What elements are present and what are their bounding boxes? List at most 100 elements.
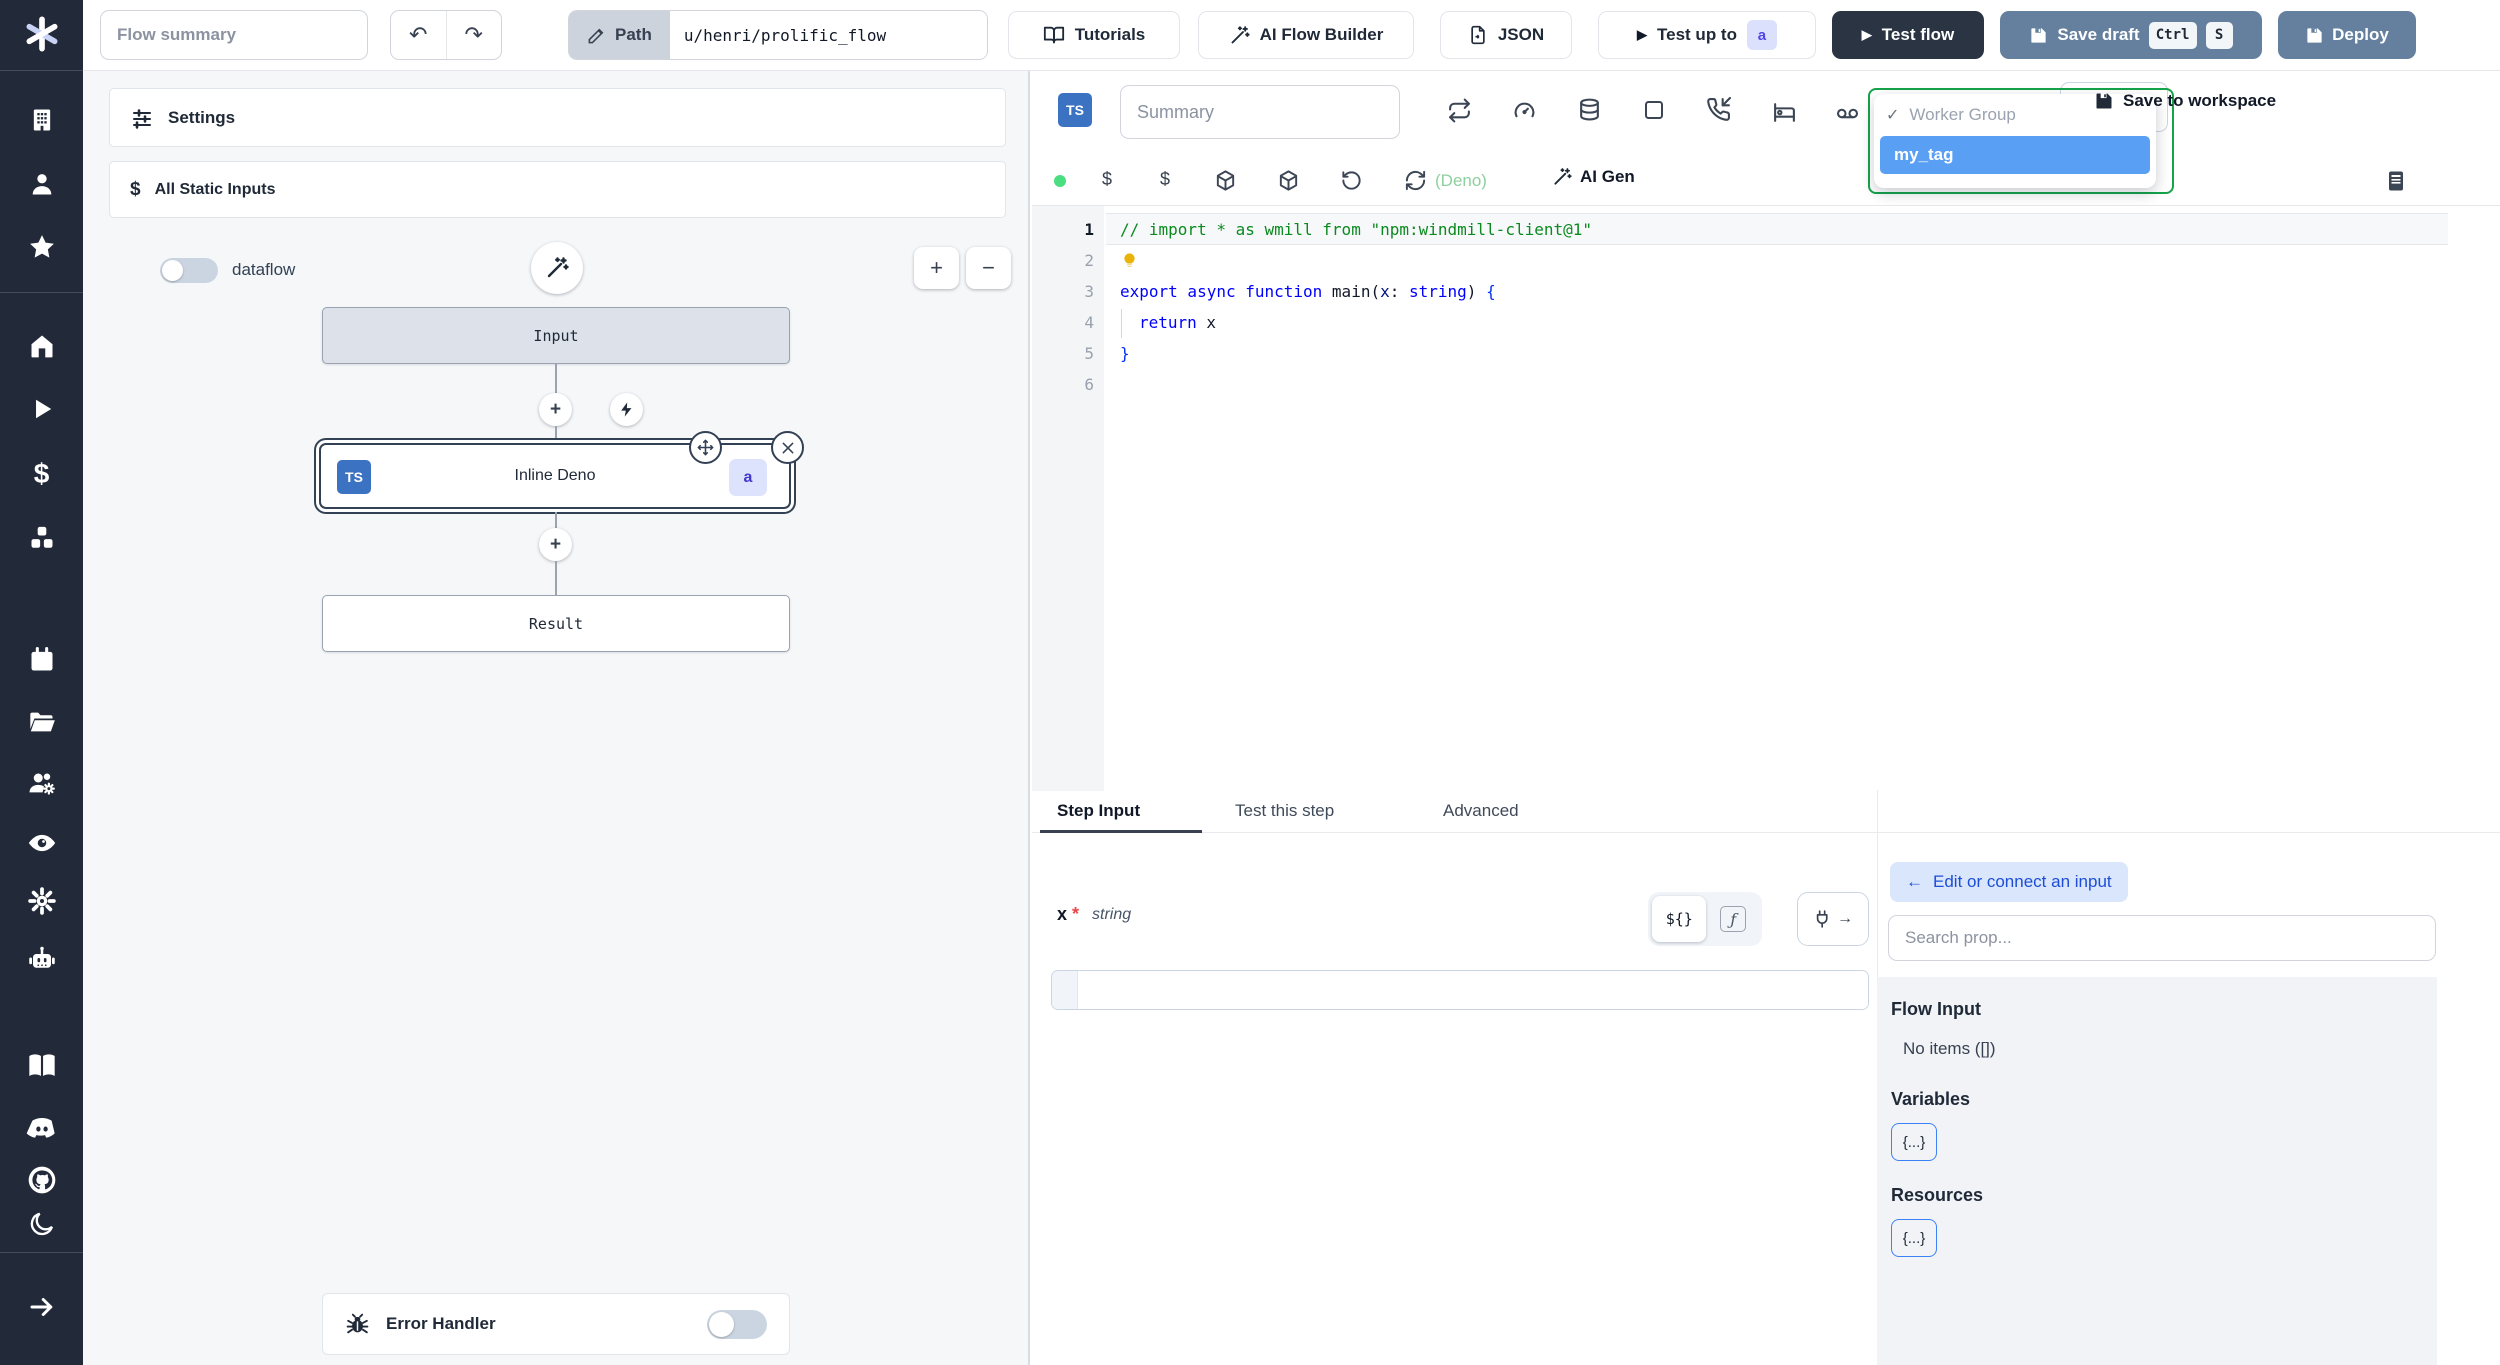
expand-sidebar-arrow-icon[interactable]	[27, 1292, 57, 1322]
flow-node-input[interactable]: Input	[322, 307, 790, 364]
home-icon[interactable]	[28, 332, 56, 360]
error-handler-row[interactable]: Error Handler	[322, 1293, 790, 1355]
favorites-star-icon[interactable]	[27, 232, 57, 262]
plus-icon: +	[549, 533, 562, 555]
field-label-row: x * string	[1057, 904, 1131, 925]
typescript-badge: TS	[1058, 93, 1092, 127]
tab-advanced[interactable]: Advanced	[1443, 790, 1519, 832]
undo-button[interactable]: ↶	[391, 11, 447, 59]
save-draft-button[interactable]: Save draft Ctrl S	[2000, 11, 2262, 59]
zoom-out-button[interactable]: −	[966, 247, 1011, 289]
plug-icon	[1816, 910, 1828, 928]
library-icon[interactable]	[2384, 169, 2408, 193]
runs-play-icon[interactable]	[29, 396, 55, 422]
tab-test-this-step[interactable]: Test this step	[1235, 790, 1334, 832]
line-number: 3	[1084, 282, 1094, 301]
windmill-logo-icon[interactable]	[22, 14, 62, 54]
close-icon	[782, 442, 793, 453]
resources-object-chip[interactable]: {...}	[1891, 1219, 1937, 1257]
javascript-mode-button[interactable]: ƒ	[1708, 896, 1758, 942]
path-edit-button[interactable]: Path	[569, 11, 670, 59]
dataflow-toggle[interactable]	[160, 258, 218, 283]
insert-step-button[interactable]: +	[539, 393, 572, 426]
insert-step-button[interactable]: +	[539, 528, 572, 561]
wand-icon	[547, 257, 569, 278]
save-icon	[2031, 27, 2047, 43]
all-static-inputs-row[interactable]: $ All Static Inputs	[109, 161, 1006, 218]
template-mode-button[interactable]: ${}	[1652, 896, 1707, 942]
save-icon	[2096, 93, 2112, 109]
workspace-building-icon[interactable]	[28, 106, 56, 134]
trigger-bolt-button[interactable]	[610, 393, 643, 426]
flow-settings-row[interactable]: Settings	[109, 88, 1006, 147]
variables-dollar-icon[interactable]: $	[34, 458, 50, 490]
step-summary-input[interactable]	[1120, 85, 1400, 139]
code-editor[interactable]: 1 2 3 4 5 6 // import * as wmill from "n…	[1032, 205, 2500, 791]
workers-robot-icon[interactable]	[27, 944, 57, 974]
audit-eye-icon[interactable]	[27, 828, 57, 858]
mock-square-icon[interactable]	[1642, 98, 1666, 122]
variables-object-chip[interactable]: {...}	[1891, 1123, 1937, 1161]
worker-tag-voicemail-icon[interactable]	[1835, 101, 1860, 126]
early-stop-gauge-icon[interactable]	[1512, 98, 1537, 123]
folders-icon[interactable]	[28, 708, 56, 736]
sleep-bed-icon[interactable]	[1772, 99, 1797, 124]
discord-icon[interactable]	[26, 1112, 58, 1144]
check-icon: ✓	[1886, 107, 1900, 124]
schedules-calendar-icon[interactable]	[28, 646, 56, 674]
move-step-button[interactable]	[689, 431, 722, 464]
github-icon[interactable]	[26, 1164, 58, 1196]
error-handler-toggle[interactable]	[707, 1309, 767, 1339]
prop-picker-panel: Flow Input No items ([]) Variables {...}…	[1877, 977, 2437, 1365]
flow-summary-input[interactable]	[100, 10, 368, 60]
suspend-phone-incoming-icon[interactable]	[1706, 97, 1731, 122]
test-up-to-button[interactable]: ▶ Test up to a	[1598, 11, 1816, 59]
lightbulb-icon[interactable]	[1120, 251, 1139, 270]
cache-database-icon[interactable]	[1577, 97, 1602, 122]
json-button[interactable]: JSON	[1440, 11, 1572, 59]
json-label: JSON	[1497, 25, 1545, 44]
dark-mode-moon-icon[interactable]	[28, 1210, 56, 1238]
resources-boxes-icon[interactable]	[28, 524, 56, 552]
field-drag-handle[interactable]	[1052, 971, 1078, 1009]
redo-icon: ↷	[464, 22, 483, 47]
flow-settings-label: Settings	[168, 107, 236, 127]
graph-ai-wand-button[interactable]	[531, 242, 583, 294]
history-rotate-ccw-icon[interactable]	[1340, 169, 1363, 192]
docs-book-icon[interactable]	[26, 1050, 58, 1082]
settings-gear-icon[interactable]	[27, 886, 57, 916]
arrows-move-icon	[697, 439, 714, 456]
zoom-in-button[interactable]: +	[914, 247, 959, 289]
delete-step-button[interactable]	[771, 431, 804, 464]
ai-gen-button[interactable]: AI Gen	[1552, 167, 1635, 187]
kbd-s: S	[2205, 21, 2233, 49]
sidebar-divider	[0, 70, 83, 71]
user-icon[interactable]	[28, 170, 56, 198]
edit-or-connect-button[interactable]: ← Edit or connect an input	[1890, 862, 2128, 902]
deploy-button[interactable]: Deploy	[2278, 11, 2416, 59]
save-to-workspace-button[interactable]: Save to workspace	[2094, 91, 2276, 111]
field-x-input[interactable]	[1078, 971, 1868, 1009]
groups-users-gear-icon[interactable]	[27, 768, 57, 798]
connect-input-button[interactable]: →	[1797, 892, 1869, 946]
redo-button[interactable]: ↷	[447, 11, 502, 59]
tutorials-button[interactable]: Tutorials	[1008, 11, 1180, 59]
path-input[interactable]	[669, 11, 987, 59]
package-icon[interactable]	[1277, 169, 1300, 192]
assets-dollar-icon[interactable]: $	[1102, 169, 1112, 190]
reload-language-button[interactable]: (Deno)	[1404, 169, 1487, 192]
path-field-group: Path	[568, 10, 988, 60]
windmill-flow-editor: $ Flow summary ↶ ↷ Path u/henri/prolific…	[0, 0, 2500, 1365]
test-flow-button[interactable]: ▶ Test flow	[1832, 11, 1984, 59]
variables-title: Variables	[1891, 1089, 1971, 1109]
retry-repeat-icon[interactable]	[1447, 98, 1472, 123]
edge-line	[555, 364, 557, 393]
variables-dollar-icon[interactable]: $	[1160, 169, 1170, 190]
search-prop-input[interactable]	[1888, 915, 2436, 961]
tab-step-input[interactable]: Step Input	[1057, 790, 1140, 832]
package-icon[interactable]	[1214, 169, 1237, 192]
worker-tag-option-selected[interactable]: my_tag	[1880, 136, 2150, 174]
flow-node-result[interactable]: Result	[322, 595, 790, 652]
wand-icon	[1554, 168, 1572, 185]
ai-flow-builder-button[interactable]: AI Flow Builder	[1198, 11, 1414, 59]
